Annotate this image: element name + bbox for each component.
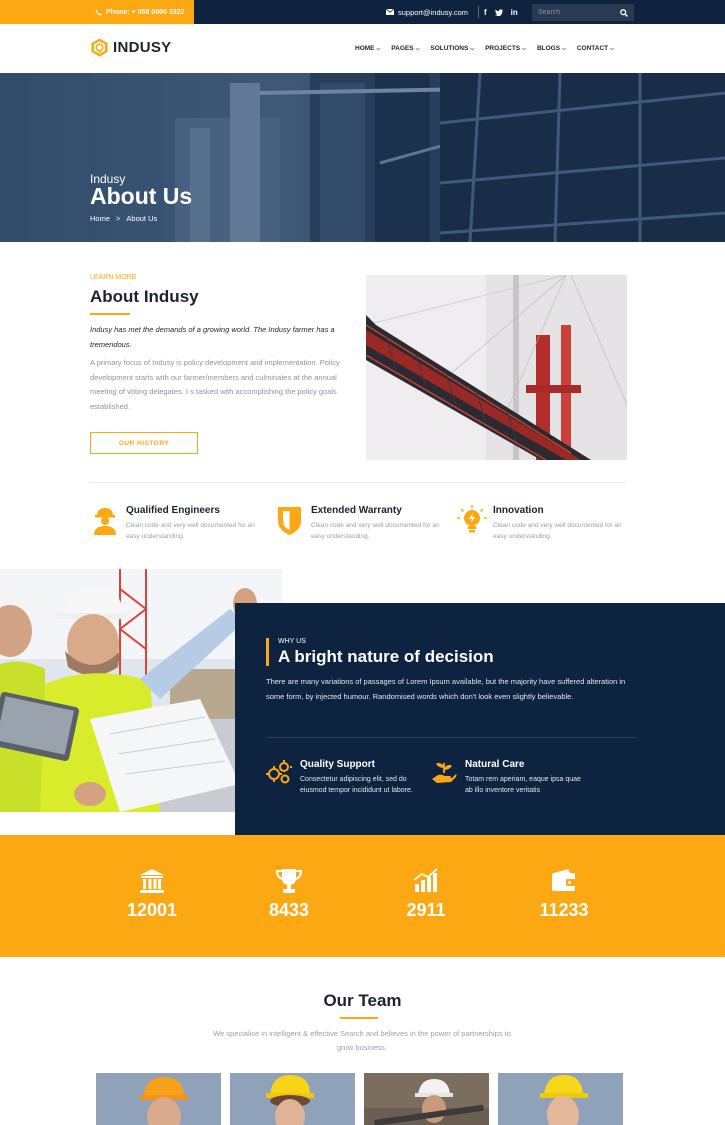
section-divider — [90, 482, 627, 483]
nav-label: SOLUTIONS — [430, 45, 469, 52]
search-input[interactable] — [538, 9, 608, 16]
feature-title: Qualified Engineers — [126, 505, 220, 516]
counter-item: 12001 — [92, 868, 212, 921]
counter-value: 11233 — [539, 900, 589, 920]
feature-innovation: Innovation Clean code and very well docu… — [457, 505, 627, 545]
why-item-title: Natural Care — [465, 759, 525, 770]
our-history-button[interactable]: OUR HISTORY — [90, 432, 198, 454]
chevron-down-icon: ⌵ — [522, 45, 526, 52]
nav-item-pages[interactable]: PAGES ⌵ — [391, 45, 419, 52]
about-title: About Indusy — [90, 287, 199, 306]
why-accent-bar — [266, 638, 269, 666]
bridge-image — [366, 275, 627, 460]
why-item-title: Quality Support — [300, 759, 375, 770]
engineer-icon — [94, 508, 116, 535]
nav-item-projects[interactable]: PROJECTS ⌵ — [485, 45, 526, 52]
about-body: A primary focus of Indusy is policy deve… — [90, 358, 340, 411]
title-underline — [90, 313, 130, 315]
phone-icon — [95, 8, 102, 16]
counter-item: 2911 — [366, 868, 486, 921]
email-link[interactable]: support@indusy.com — [386, 0, 468, 24]
feature-title: Extended Warranty — [311, 505, 402, 516]
twitter-icon[interactable] — [494, 8, 503, 16]
team-desc: We specialise in intelligent & effective… — [213, 1029, 511, 1052]
hand-plant-icon — [432, 762, 457, 783]
why-title: A bright nature of decision — [278, 647, 494, 666]
trophy-icon — [276, 869, 302, 893]
nav-label: PAGES — [391, 45, 414, 52]
nav-label: BLOGS — [536, 45, 561, 52]
why-text: There are many variations of passages of… — [266, 677, 626, 701]
team-member-photo[interactable] — [498, 1073, 623, 1125]
team-member-photo[interactable] — [96, 1073, 221, 1125]
feature-title: Innovation — [493, 505, 544, 516]
about-label: LEARN MORE — [90, 274, 137, 281]
linkedin-icon[interactable]: in — [511, 8, 518, 17]
envelope-icon — [386, 9, 394, 15]
feature-qualified-engineers: Qualified Engineers Clean code and very … — [90, 505, 260, 545]
nav-label: CONTACT — [576, 45, 609, 52]
nav-label: HOME — [355, 45, 375, 52]
search-icon[interactable] — [620, 8, 628, 17]
brand-name: INDUSY — [113, 39, 172, 56]
nav-item-home[interactable]: HOME ⌵ — [355, 45, 380, 52]
topbar-divider — [478, 6, 479, 18]
nav-item-blogs[interactable]: BLOGS ⌵ — [537, 45, 566, 52]
feature-extended-warranty: Extended Warranty Clean code and very we… — [275, 505, 445, 545]
facebook-icon[interactable]: f — [484, 8, 487, 17]
chevron-down-icon: ⌵ — [470, 45, 475, 52]
logo-icon — [91, 38, 108, 57]
counter-value: 12001 — [126, 900, 178, 920]
brand-logo[interactable]: INDUSY — [90, 38, 171, 57]
counter-value: 2911 — [406, 900, 446, 920]
title-underline — [340, 1017, 378, 1019]
phone-text: Phone: + 058 0000 3322 — [106, 8, 185, 16]
team-member-photo[interactable] — [230, 1073, 355, 1125]
counter-item: 11233 — [504, 868, 624, 921]
feature-desc: Clean code and very well documented for … — [493, 522, 622, 540]
why-label: WHY US — [278, 638, 306, 645]
main-menu: HOME ⌵ PAGES ⌵ SOLUTIONS ⌵ PROJECTS ⌵ BLOGS ⌵… — [355, 24, 614, 73]
main-header: INDUSY HOME ⌵ PAGES ⌵ SOLUTIONS ⌵ PROJECTS ⌵… — [0, 24, 725, 73]
social-links: f in — [484, 0, 518, 24]
nav-item-contact[interactable]: CONTACT ⌵ — [577, 45, 614, 52]
wallet-icon — [552, 869, 576, 891]
email-text: support@indusy.com — [398, 7, 469, 17]
why-divider — [266, 737, 636, 738]
counter-value: 8433 — [268, 900, 310, 920]
chevron-down-icon: ⌵ — [610, 45, 614, 52]
chevron-down-icon: ⌵ — [562, 45, 566, 52]
lightbulb-icon — [457, 505, 487, 533]
nav-label: PROJECTS — [485, 45, 521, 52]
team-title: Our Team — [323, 991, 402, 1010]
team-member-photo[interactable] — [364, 1073, 489, 1125]
chevron-down-icon: ⌵ — [415, 45, 420, 52]
feature-desc: Clean code and very well documented for … — [311, 522, 440, 540]
bank-icon — [140, 869, 164, 893]
breadcrumb: Home > About Us — [90, 214, 157, 223]
why-item-desc: Totam rem aperiam, eaque ipsa quae ab il… — [465, 776, 581, 794]
phone-info: Phone: + 058 0000 3322 — [0, 0, 194, 24]
why-item-desc: Consectetur adipiscing elit, sed do eius… — [300, 776, 413, 794]
feature-desc: Clean code and very well documented for … — [126, 522, 255, 540]
search-box — [532, 4, 634, 21]
counter-item: 8433 — [229, 868, 349, 921]
chevron-down-icon: ⌵ — [376, 45, 381, 52]
shield-icon — [278, 507, 301, 535]
breadcrumb-current: About Us — [126, 214, 158, 223]
chart-icon — [413, 868, 438, 892]
page-title: About Us — [90, 183, 193, 209]
top-bar: Phone: + 058 0000 3322 support@indusy.co… — [0, 0, 725, 24]
breadcrumb-separator: > — [116, 214, 121, 223]
gears-icon — [266, 760, 292, 784]
why-us-panel — [235, 603, 725, 835]
nav-item-solutions[interactable]: SOLUTIONS ⌵ — [430, 45, 474, 52]
about-lead: Indusy has met the demands of a growing … — [90, 325, 335, 349]
breadcrumb-home[interactable]: Home — [90, 214, 110, 223]
